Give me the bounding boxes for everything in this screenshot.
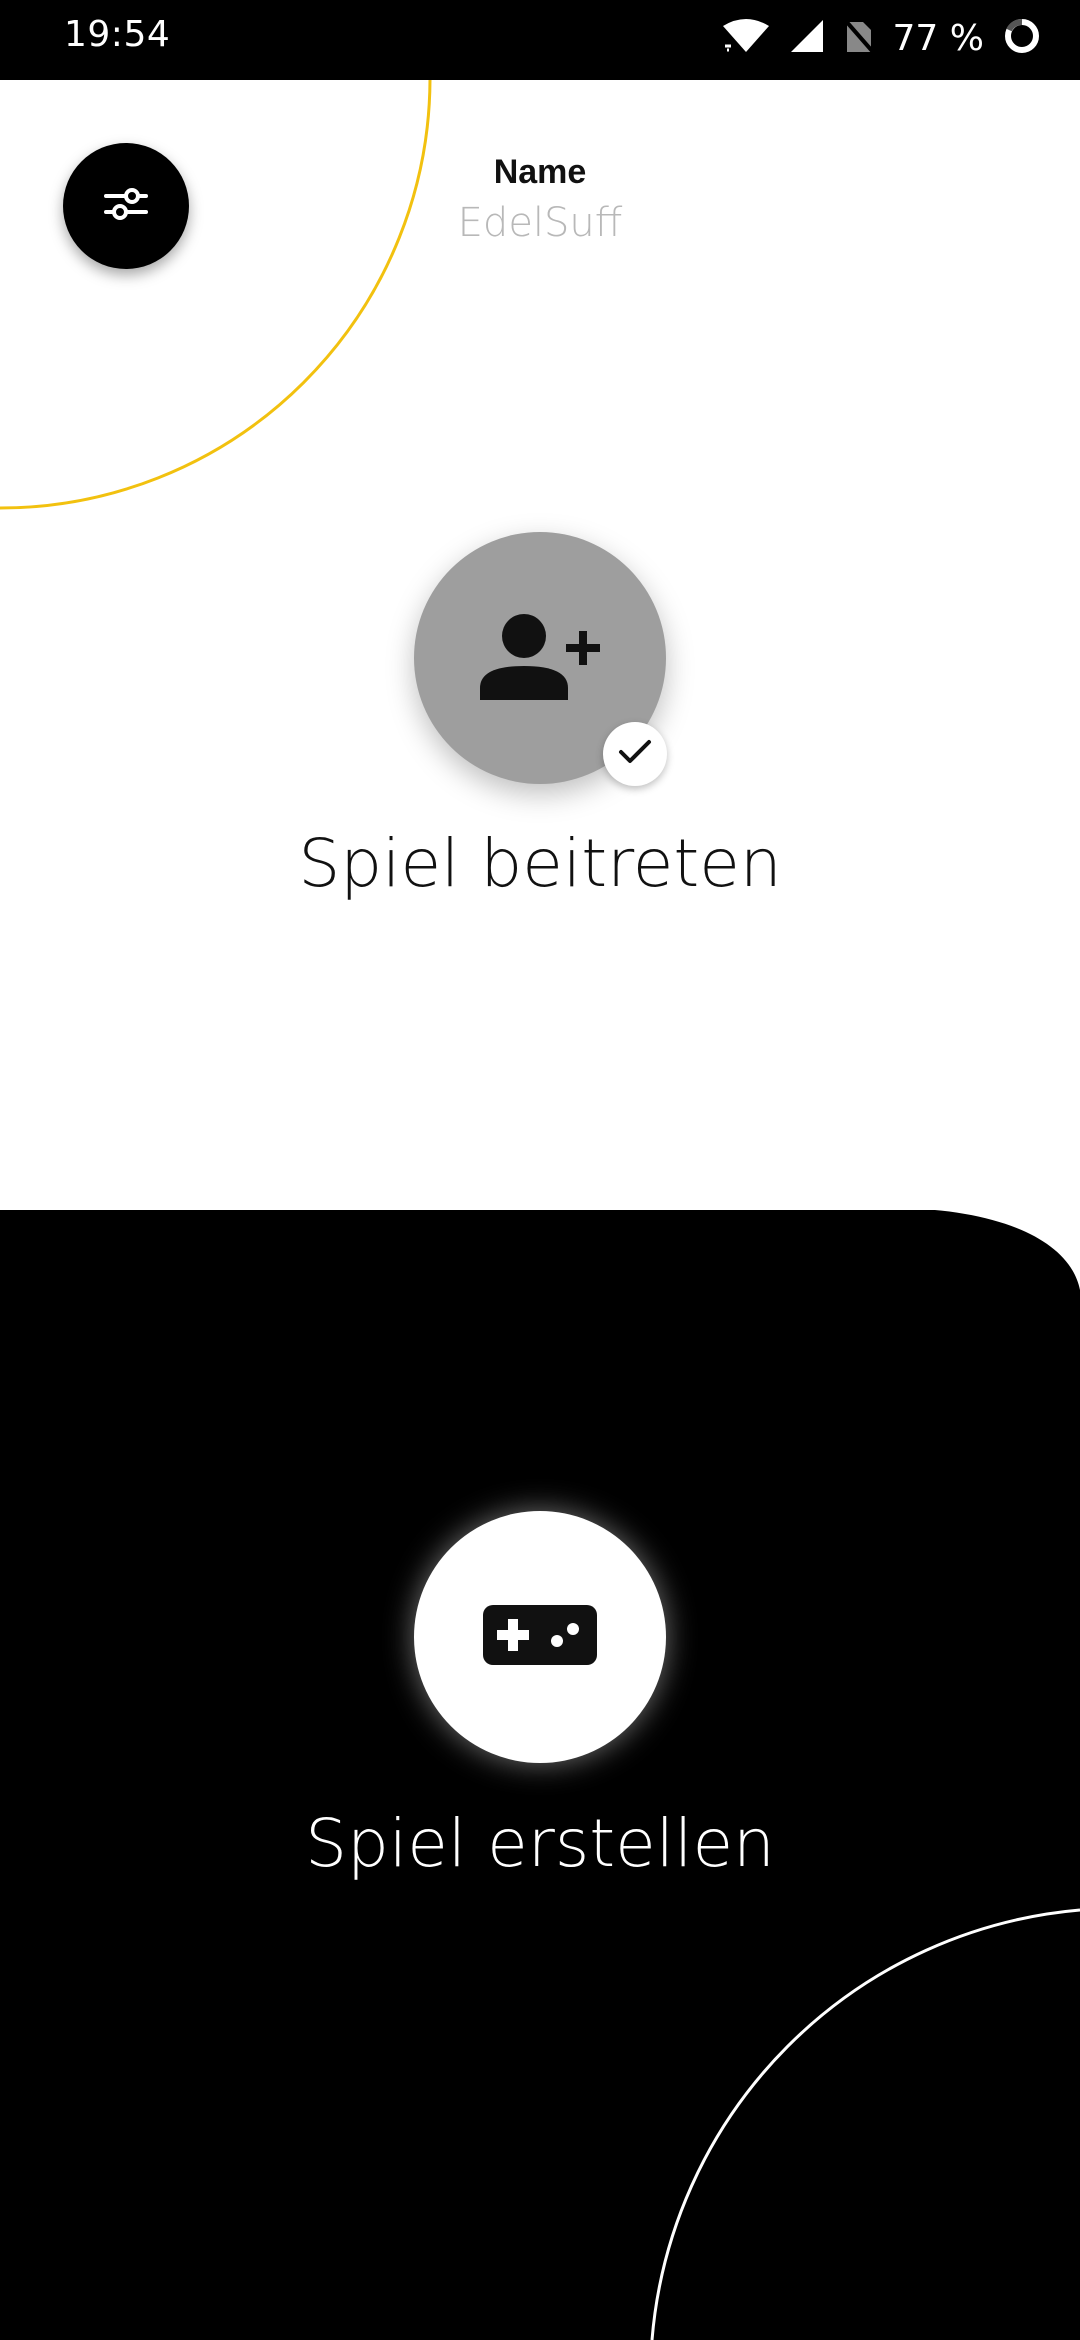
status-time: 19:54 [64, 14, 171, 55]
check-badge [603, 722, 667, 786]
person-add-icon [478, 610, 602, 706]
battery-percent: 77 % [892, 17, 984, 59]
check-icon [618, 739, 652, 769]
join-game-label[interactable]: Spiel beitreten [0, 825, 1080, 902]
create-game-label[interactable]: Spiel erstellen [0, 1805, 1080, 1882]
signal-icon [789, 18, 825, 58]
name-label: Name [493, 153, 587, 191]
name-field[interactable]: EdelSuff [0, 200, 1080, 246]
no-sim-icon [843, 18, 875, 58]
white-arc [650, 1908, 1080, 2340]
wifi-icon [721, 18, 771, 58]
gamepad-icon [481, 1603, 599, 1671]
status-icons: 77 % [721, 16, 1042, 60]
create-game-button[interactable] [414, 1511, 666, 1763]
status-bar: 19:54 77 % [0, 0, 1080, 80]
battery-ring-icon [1002, 16, 1042, 60]
